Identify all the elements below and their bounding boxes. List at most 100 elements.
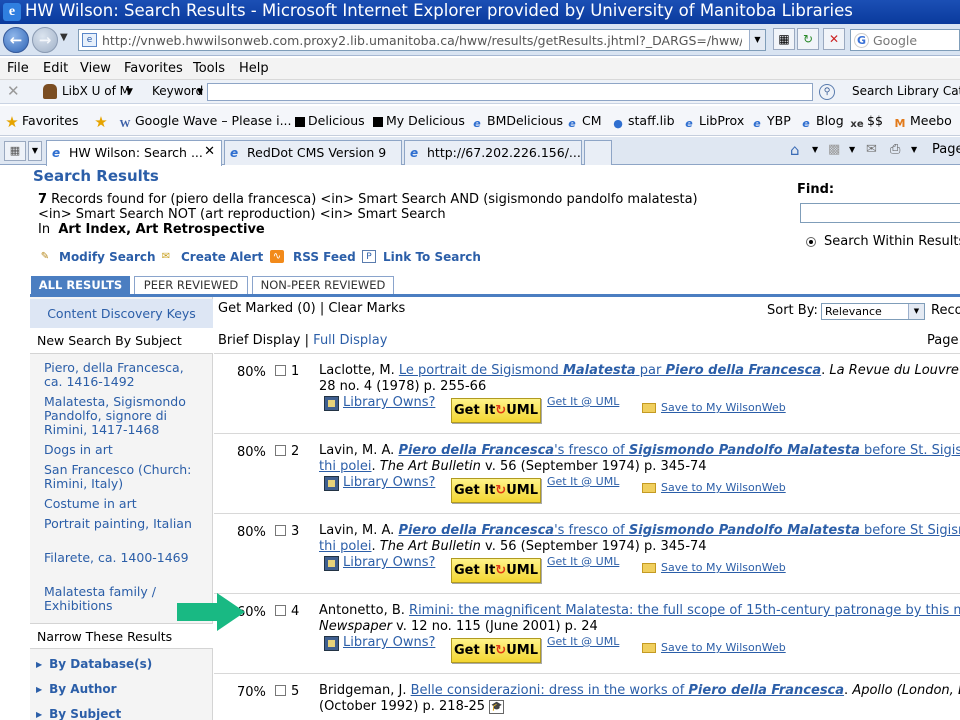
save-to-wilsonweb-link[interactable]: Save to My WilsonWeb — [661, 401, 786, 414]
tab-peer-reviewed[interactable]: PEER REVIEWED — [134, 276, 248, 295]
home-dropdown-icon[interactable]: ▼ — [812, 145, 818, 154]
get-it-uml-button[interactable]: Get It↻UML — [451, 638, 541, 663]
home-icon[interactable]: ⌂ — [790, 141, 800, 159]
add-favorite-icon[interactable]: ★ — [94, 113, 111, 130]
menu-view[interactable]: View — [80, 61, 111, 76]
content-discovery-keys[interactable]: Content Discovery Keys — [30, 299, 213, 328]
link-to-search-link[interactable]: Link To Search — [383, 250, 481, 264]
fav-libprox[interactable]: e LibProx — [682, 113, 744, 131]
full-display-link[interactable]: Full Display — [313, 333, 387, 348]
get-it-uml-button[interactable]: Get It↻UML — [451, 398, 541, 423]
article-title-link[interactable]: Piero della Francesca's fresco of Sigism… — [398, 523, 960, 538]
fav-cm[interactable]: e CM — [565, 113, 601, 131]
save-to-wilsonweb-link[interactable]: Save to My WilsonWeb — [661, 481, 786, 494]
subject-link[interactable]: Malatesta, Sigismondo Pandolfo, signore … — [44, 395, 204, 437]
libx-menu[interactable]: LibX U of M — [62, 84, 130, 98]
libx-search-icon[interactable]: ⚲ — [819, 84, 835, 100]
menu-favorites[interactable]: Favorites — [124, 61, 183, 76]
mark-checkbox[interactable] — [275, 445, 286, 456]
fav-delicious[interactable]: Delicious — [295, 113, 365, 128]
create-alert-link[interactable]: Create Alert — [181, 250, 263, 264]
subject-link[interactable]: Costume in art — [44, 497, 204, 511]
print-dropdown-icon[interactable]: ▼ — [911, 145, 917, 154]
mark-checkbox[interactable] — [275, 605, 286, 616]
forward-arrow-icon[interactable]: → — [32, 27, 58, 53]
address-dropdown-icon[interactable]: ▼ — [749, 30, 765, 50]
fav-meebo[interactable]: M Meebo — [893, 113, 952, 131]
rss-feed-link[interactable]: RSS Feed — [293, 250, 356, 264]
fav-money[interactable]: xe $$ — [850, 113, 883, 132]
sort-select[interactable]: Relevance ▼ — [821, 303, 925, 320]
search-library-catalog-button[interactable]: Search Library Catalog — [852, 84, 960, 98]
subject-link[interactable]: Piero, della Francesca, ca. 1416-1492 — [44, 361, 204, 389]
search-within-radio[interactable] — [806, 237, 816, 247]
library-owns-link[interactable]: Library Owns? — [343, 475, 435, 490]
library-owns-link[interactable]: Library Owns? — [343, 555, 435, 570]
fav-ybp[interactable]: e YBP — [750, 113, 790, 131]
close-toolbar-icon[interactable]: ✕ — [7, 82, 20, 100]
modify-search-link[interactable]: Modify Search — [59, 250, 156, 264]
library-owns-link[interactable]: Library Owns? — [343, 635, 435, 650]
article-title-link-continued[interactable]: thi polei — [319, 459, 372, 474]
feeds-dropdown-icon[interactable]: ▼ — [849, 145, 855, 154]
menu-edit[interactable]: Edit — [43, 61, 68, 76]
subject-link[interactable]: Portrait painting, Italian — [44, 517, 204, 531]
libx-search-input[interactable] — [207, 83, 813, 101]
find-input[interactable] — [800, 203, 960, 223]
tab-reddot[interactable]: e RedDot CMS Version 9 — [224, 140, 402, 165]
history-dropdown-icon[interactable]: ▼ — [60, 32, 68, 43]
subject-link[interactable]: Filarete, ca. 1400-1469 — [44, 551, 204, 565]
keyword-dropdown-icon[interactable]: ▼ — [197, 87, 203, 96]
get-it-at-uml-link[interactable]: Get It @ UML — [547, 555, 619, 568]
favorites-button[interactable]: ★ Favorites — [5, 113, 78, 130]
fav-bmdelicious[interactable]: e BMDelicious — [470, 113, 563, 131]
menu-help[interactable]: Help — [239, 61, 269, 76]
library-owns-link[interactable]: Library Owns? — [343, 395, 435, 410]
get-it-at-uml-link[interactable]: Get It @ UML — [547, 635, 619, 648]
tab-list-dropdown-icon[interactable]: ▼ — [28, 141, 42, 161]
tab-non-peer-reviewed[interactable]: NON-PEER REVIEWED — [252, 276, 394, 295]
mark-checkbox[interactable] — [275, 685, 286, 696]
back-arrow-icon[interactable]: ← — [3, 27, 29, 53]
libx-dropdown-icon[interactable]: ▼ — [126, 87, 133, 97]
article-title-link[interactable]: Rimini: the magnificent Malatesta: the f… — [409, 603, 960, 618]
fav-google-wave[interactable]: W Google Wave – Please i... — [118, 113, 292, 131]
stop-icon[interactable]: ✕ — [823, 28, 845, 50]
keyword-dropdown[interactable]: Keyword — [152, 84, 203, 98]
get-it-at-uml-link[interactable]: Get It @ UML — [547, 475, 619, 488]
print-icon[interactable]: ⎙ — [890, 142, 900, 157]
mail-icon[interactable]: ✉ — [866, 142, 877, 157]
subject-link[interactable]: San Francesco (Church: Rimini, Italy) — [44, 463, 204, 491]
mark-checkbox[interactable] — [275, 365, 286, 376]
menu-file[interactable]: File — [7, 61, 29, 76]
feeds-icon[interactable]: ▩ — [828, 142, 840, 157]
article-title-link[interactable]: Le portrait de Sigismond Malatesta par P… — [399, 363, 821, 378]
compatibility-view-icon[interactable]: ▦ — [773, 28, 795, 50]
menu-tools[interactable]: Tools — [193, 61, 225, 76]
subject-link[interactable]: Dogs in art — [44, 443, 204, 457]
tab-all-results[interactable]: ALL RESULTS — [31, 276, 130, 295]
save-to-wilsonweb-link[interactable]: Save to My WilsonWeb — [661, 641, 786, 654]
save-to-wilsonweb-link[interactable]: Save to My WilsonWeb — [661, 561, 786, 574]
quick-tabs-icon[interactable]: ▦ — [4, 141, 26, 161]
refresh-icon[interactable]: ↻ — [797, 28, 819, 50]
brief-display[interactable]: Brief Display — [218, 333, 301, 348]
fav-my-delicious[interactable]: My Delicious — [373, 113, 465, 128]
new-tab-button[interactable] — [584, 140, 612, 165]
address-field[interactable]: e http://vnweb.hwwilsonweb.com.proxy2.li… — [78, 29, 766, 51]
close-tab-icon[interactable]: ✕ — [204, 144, 215, 159]
narrow-by-database[interactable]: By Database(s) — [36, 657, 152, 671]
article-title-link-continued[interactable]: thi polei — [319, 539, 372, 554]
get-marked-link[interactable]: Get Marked (0) — [218, 301, 316, 316]
mark-checkbox[interactable] — [275, 525, 286, 536]
article-title-link[interactable]: Belle considerazioni: dress in the works… — [411, 683, 844, 698]
tab-hw-wilson[interactable]: e HW Wilson: Search ... ✕ — [46, 140, 222, 166]
fav-blog[interactable]: e Blog — [799, 113, 843, 131]
tab-ip-address[interactable]: e http://67.202.226.156/... — [404, 140, 582, 165]
article-title-link[interactable]: Piero della Francesca's fresco of Sigism… — [398, 443, 960, 458]
narrow-by-author[interactable]: By Author — [36, 682, 116, 696]
get-it-uml-button[interactable]: Get It↻UML — [451, 478, 541, 503]
fav-staff-lib[interactable]: ● staff.lib — [611, 113, 674, 131]
get-it-at-uml-link[interactable]: Get It @ UML — [547, 395, 619, 408]
narrow-by-subject[interactable]: By Subject — [36, 707, 121, 720]
